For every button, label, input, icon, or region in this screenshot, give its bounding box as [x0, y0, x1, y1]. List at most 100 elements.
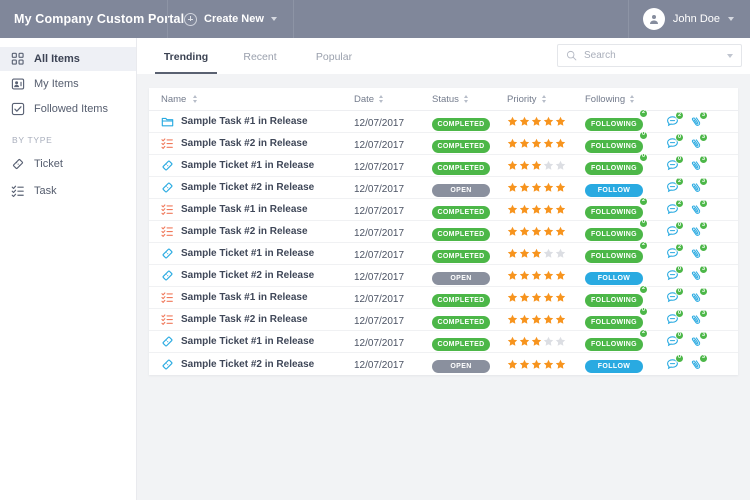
cell-priority[interactable] — [507, 359, 585, 370]
table-row[interactable]: Sample Ticket #2 in Release12/07/2017OPE… — [149, 265, 738, 287]
cell-priority[interactable] — [507, 292, 585, 303]
star-icon[interactable] — [507, 226, 518, 237]
sidebar-item-ticket[interactable]: Ticket — [0, 152, 136, 176]
attachments-indicator[interactable]: 3 — [690, 225, 703, 238]
star-icon[interactable] — [543, 248, 554, 259]
cell-name[interactable]: Sample Ticket #2 in Release — [149, 269, 354, 282]
star-icon[interactable] — [519, 336, 530, 347]
star-icon[interactable] — [507, 116, 518, 127]
sidebar-item-all-items[interactable]: All Items — [0, 47, 136, 71]
star-icon[interactable] — [531, 248, 542, 259]
column-header-status[interactable]: Status — [432, 94, 507, 105]
priority-rating[interactable] — [507, 226, 585, 237]
follow-button[interactable]: FOLLOWING — [585, 118, 643, 131]
cell-priority[interactable] — [507, 226, 585, 237]
item-name-link[interactable]: Sample Ticket #2 in Release — [181, 182, 314, 193]
star-icon[interactable] — [519, 292, 530, 303]
comments-indicator[interactable]: 0 — [666, 291, 679, 304]
cell-priority[interactable] — [507, 116, 585, 127]
follow-button-wrap[interactable]: FOLLOWING2 — [585, 245, 643, 263]
sort-icon[interactable] — [464, 95, 468, 103]
star-icon[interactable] — [555, 270, 566, 281]
item-name-link[interactable]: Sample Ticket #2 in Release — [181, 359, 314, 370]
star-icon[interactable] — [543, 138, 554, 149]
star-icon[interactable] — [531, 116, 542, 127]
tab-popular[interactable]: Popular — [297, 40, 371, 74]
cell-following[interactable]: FOLLOW — [585, 179, 660, 197]
cell-following[interactable]: FOLLOWING2 — [585, 113, 660, 131]
attachments-indicator[interactable]: 3 — [690, 247, 703, 260]
star-icon[interactable] — [507, 160, 518, 171]
star-icon[interactable] — [507, 204, 518, 215]
table-row[interactable]: Sample Task #2 in Release12/07/2017COMPL… — [149, 309, 738, 331]
item-name-link[interactable]: Sample Task #1 in Release — [181, 116, 308, 127]
attachments-indicator[interactable]: 3 — [690, 181, 703, 194]
star-icon[interactable] — [543, 336, 554, 347]
follow-button-wrap[interactable]: FOLLOWING2 — [585, 113, 643, 131]
follow-button-wrap[interactable]: FOLLOWING0 — [585, 223, 643, 241]
item-name-link[interactable]: Sample Task #1 in Release — [181, 204, 308, 215]
cell-name[interactable]: Sample Ticket #1 in Release — [149, 247, 354, 260]
follow-button[interactable]: FOLLOWING — [585, 228, 643, 241]
comments-indicator[interactable]: 0 — [666, 313, 679, 326]
follow-button-wrap[interactable]: FOLLOWING0 — [585, 311, 643, 329]
star-icon[interactable] — [531, 204, 542, 215]
follow-button-wrap[interactable]: FOLLOWING0 — [585, 135, 643, 153]
star-icon[interactable] — [555, 116, 566, 127]
cell-name[interactable]: Sample Task #2 in Release — [149, 313, 354, 326]
priority-rating[interactable] — [507, 160, 585, 171]
comments-indicator[interactable]: 2 — [666, 247, 679, 260]
table-row[interactable]: Sample Task #2 in Release12/07/2017COMPL… — [149, 221, 738, 243]
follow-button[interactable]: FOLLOWING — [585, 162, 643, 175]
star-icon[interactable] — [543, 359, 554, 370]
cell-priority[interactable] — [507, 204, 585, 215]
comments-indicator[interactable]: 2 — [666, 115, 679, 128]
star-icon[interactable] — [555, 336, 566, 347]
star-icon[interactable] — [543, 292, 554, 303]
follow-button[interactable]: FOLLOWING — [585, 338, 643, 351]
table-row[interactable]: Sample Ticket #1 in Release12/07/2017COM… — [149, 155, 738, 177]
star-icon[interactable] — [507, 292, 518, 303]
cell-priority[interactable] — [507, 248, 585, 259]
priority-rating[interactable] — [507, 336, 585, 347]
star-icon[interactable] — [543, 204, 554, 215]
star-icon[interactable] — [507, 336, 518, 347]
cell-name[interactable]: Sample Ticket #2 in Release — [149, 358, 354, 371]
column-header-name[interactable]: Name — [149, 94, 354, 105]
cell-following[interactable]: FOLLOWING2 — [585, 289, 660, 307]
cell-name[interactable]: Sample Ticket #1 in Release — [149, 159, 354, 172]
comments-indicator[interactable]: 0 — [666, 335, 679, 348]
create-new-button[interactable]: Create New — [168, 0, 293, 38]
priority-rating[interactable] — [507, 248, 585, 259]
star-icon[interactable] — [507, 138, 518, 149]
cell-name[interactable]: Sample Task #2 in Release — [149, 225, 354, 238]
priority-rating[interactable] — [507, 116, 585, 127]
cell-following[interactable]: FOLLOWING0 — [585, 135, 660, 153]
search-box[interactable]: Search — [557, 44, 742, 67]
star-icon[interactable] — [531, 160, 542, 171]
cell-priority[interactable] — [507, 160, 585, 171]
comments-indicator[interactable]: 0 — [666, 159, 679, 172]
table-row[interactable]: Sample Task #1 in Release12/07/2017COMPL… — [149, 287, 738, 309]
star-icon[interactable] — [519, 182, 530, 193]
star-icon[interactable] — [531, 138, 542, 149]
table-row[interactable]: Sample Ticket #2 in Release12/07/2017OPE… — [149, 353, 738, 375]
attachments-indicator[interactable]: 3 — [690, 269, 703, 282]
follow-button-wrap[interactable]: FOLLOW — [585, 267, 643, 285]
star-icon[interactable] — [543, 182, 554, 193]
follow-button-wrap[interactable]: FOLLOWING2 — [585, 333, 643, 351]
star-icon[interactable] — [519, 248, 530, 259]
follow-button-wrap[interactable]: FOLLOWING0 — [585, 157, 643, 175]
column-header-priority[interactable]: Priority — [507, 94, 585, 105]
attachments-indicator[interactable]: 3 — [690, 313, 703, 326]
star-icon[interactable] — [555, 292, 566, 303]
follow-button[interactable]: FOLLOWING — [585, 206, 643, 219]
priority-rating[interactable] — [507, 292, 585, 303]
follow-button-wrap[interactable]: FOLLOWING2 — [585, 289, 643, 307]
star-icon[interactable] — [531, 336, 542, 347]
cell-following[interactable]: FOLLOW — [585, 267, 660, 285]
chevron-down-icon[interactable] — [727, 54, 733, 58]
item-name-link[interactable]: Sample Ticket #1 in Release — [181, 336, 314, 347]
star-icon[interactable] — [519, 160, 530, 171]
follow-button[interactable]: FOLLOWING — [585, 294, 643, 307]
